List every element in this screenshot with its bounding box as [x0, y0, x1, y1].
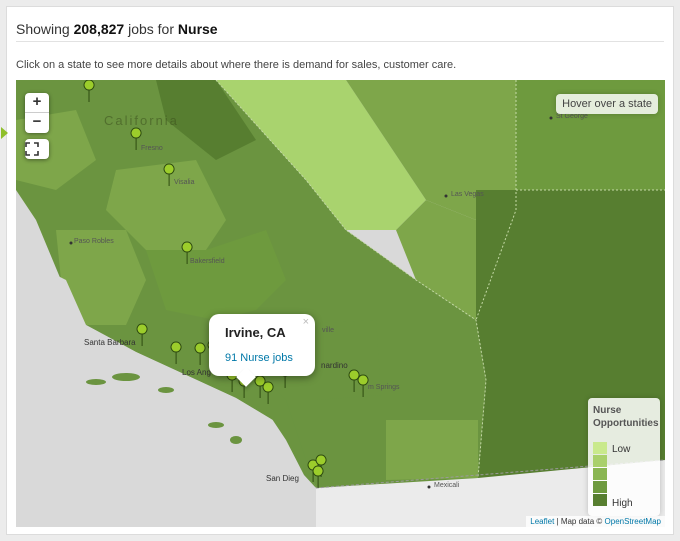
label-los-angeles: Los Ang	[182, 368, 211, 377]
popup-close-button[interactable]: ×	[303, 316, 309, 328]
label-st-george: St George	[556, 113, 588, 120]
label-san-bernardino: nardino	[321, 361, 348, 370]
map-attribution: Leaflet | Map data © OpenStreetMap	[526, 516, 665, 527]
popup-jobs-link[interactable]: 91 Nurse jobs	[225, 352, 293, 364]
label-santa-barbara: Santa Barbara	[84, 338, 136, 347]
jobs-map-card: Showing 208,827 jobs for Nurse Click on …	[1, 6, 674, 535]
hover-info-box: Hover over a state	[556, 94, 658, 114]
fullscreen-button[interactable]	[25, 139, 49, 159]
osm-link[interactable]: OpenStreetMap	[605, 517, 661, 526]
job-keyword: Nurse	[177, 21, 218, 37]
legend-low-label: Low	[612, 444, 631, 455]
legend-swatch-4	[593, 481, 607, 493]
leaflet-link[interactable]: Leaflet	[530, 517, 554, 526]
legend-swatch-5	[593, 494, 607, 506]
job-count: 208,827	[73, 21, 125, 37]
label-bakersfield: Bakersfield	[190, 258, 225, 265]
county-region[interactable]	[386, 420, 478, 480]
label-visalia: Visalia	[174, 179, 195, 186]
channel-island	[208, 422, 224, 428]
zoom-control: + −	[25, 93, 49, 133]
channel-island	[158, 387, 174, 393]
label-california: California	[104, 113, 179, 128]
city-dot	[444, 194, 448, 198]
city-dot	[427, 485, 431, 489]
fullscreen-icon	[25, 142, 39, 156]
city-dot	[69, 241, 73, 245]
label-san-diego: San Dieg	[266, 474, 299, 483]
zoom-in-button[interactable]: +	[25, 93, 49, 113]
location-popup: × Irvine, CA 91 Nurse jobs	[209, 314, 315, 387]
label-victorville: ville	[322, 327, 335, 334]
popup-title: Irvine, CA	[225, 325, 286, 340]
zoom-out-button[interactable]: −	[25, 113, 49, 133]
pointer-arrow-icon	[1, 127, 8, 139]
label-fresno: Fresno	[141, 145, 163, 152]
legend-swatch-1	[593, 442, 607, 454]
legend-title: Nurse Opportunities	[593, 405, 659, 429]
legend-high-label: High	[612, 498, 633, 509]
channel-island	[230, 436, 242, 444]
results-header: Showing 208,827 jobs for Nurse	[16, 21, 218, 37]
opportunities-legend: Nurse Opportunities Low High	[588, 398, 660, 516]
label-paso-robles: Paso Robles	[74, 238, 114, 245]
map-view[interactable]: California Fresno Visalia Paso Robles Ba…	[16, 80, 665, 527]
legend-swatch-3	[593, 468, 607, 480]
map-instructions: Click on a state to see more details abo…	[16, 59, 457, 71]
city-dot	[549, 116, 553, 120]
label-las-vegas: Las Vegas	[451, 191, 484, 198]
header-divider	[16, 41, 664, 42]
map-canvas[interactable]	[16, 80, 665, 527]
legend-swatch-2	[593, 455, 607, 467]
channel-island	[86, 379, 106, 385]
label-palm-springs: m Springs	[368, 384, 400, 391]
label-mexicali: Mexicali	[434, 482, 460, 489]
channel-island	[112, 373, 140, 381]
